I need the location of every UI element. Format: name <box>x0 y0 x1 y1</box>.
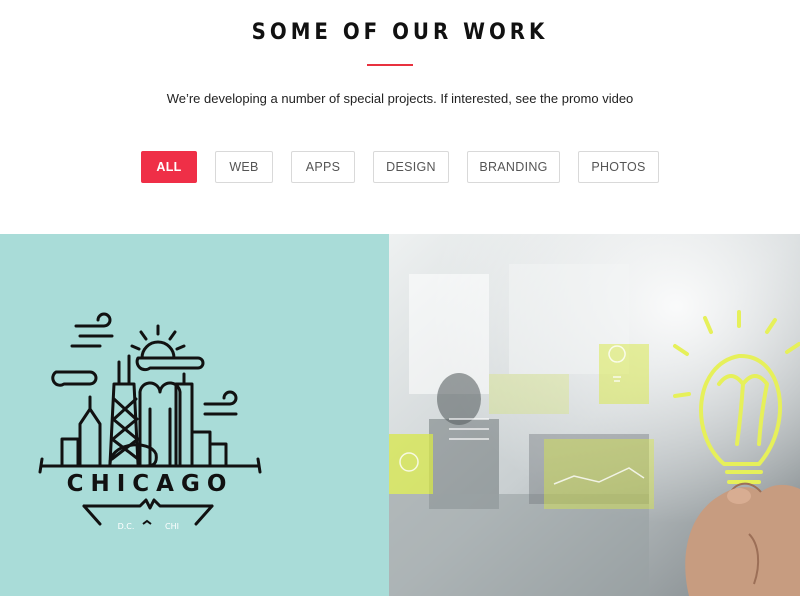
chicago-illustration: CHICAGO D.C. CHI <box>38 312 262 531</box>
chicago-right-code: CHI <box>165 522 179 531</box>
chicago-left-code: D.C. <box>118 522 135 531</box>
portfolio-filters: ALL WEB APPS DESIGN BRANDING PHOTOS <box>0 151 800 183</box>
office-lightbulb-photo <box>389 234 800 596</box>
portfolio-item-office-photo[interactable] <box>389 234 800 596</box>
section-subtitle: We’re developing a number of special pro… <box>166 91 634 106</box>
filter-photos-button[interactable]: PHOTOS <box>578 151 659 183</box>
chicago-city-label: CHICAGO <box>67 471 234 497</box>
filter-design-button[interactable]: DESIGN <box>373 151 449 183</box>
filter-branding-button[interactable]: BRANDING <box>467 151 560 183</box>
section-title: SOME OF OUR WORK <box>251 20 549 45</box>
filter-all-button[interactable]: ALL <box>141 151 197 183</box>
filter-apps-button[interactable]: APPS <box>291 151 355 183</box>
title-underline <box>367 64 413 66</box>
filter-web-button[interactable]: WEB <box>215 151 273 183</box>
portfolio-item-chicago[interactable]: CHICAGO D.C. CHI <box>0 234 389 596</box>
